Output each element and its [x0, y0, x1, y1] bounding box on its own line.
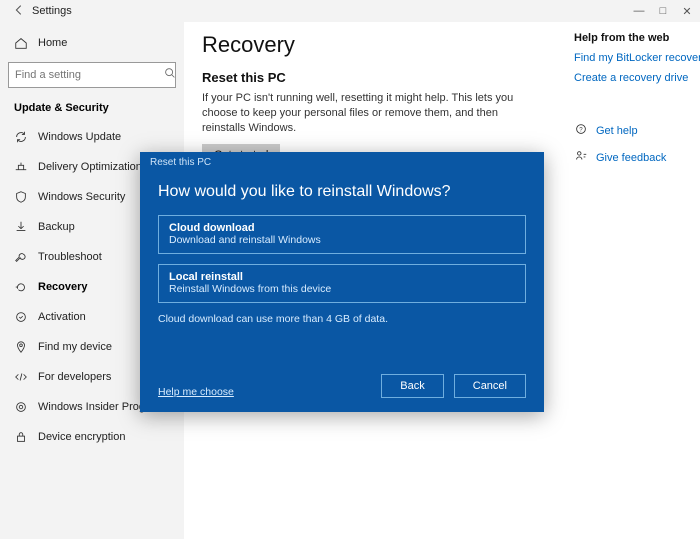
option-desc: Download and reinstall Windows [169, 234, 515, 246]
sidebar-item-device-encryption[interactable]: Device encryption [6, 422, 178, 452]
sidebar-item-label: Delivery Optimization [38, 161, 142, 173]
sync-icon [14, 130, 28, 144]
sidebar-item-label: Troubleshoot [38, 251, 102, 263]
help-panel: Help from the web Find my BitLocker reco… [574, 32, 700, 166]
cancel-button[interactable]: Cancel [454, 374, 526, 398]
window-title: Settings [32, 5, 72, 17]
link-bitlocker[interactable]: Find my BitLocker recovery key [574, 52, 700, 64]
reset-pc-dialog: Reset this PC How would you like to rein… [140, 152, 544, 412]
sidebar-item-label: Windows Security [38, 191, 125, 203]
help-icon: ? [574, 122, 588, 139]
wrench-icon [14, 250, 28, 264]
feedback-icon [574, 149, 588, 166]
location-icon [14, 340, 28, 354]
search-box[interactable] [8, 62, 176, 88]
help-heading: Help from the web [574, 32, 700, 44]
window-controls: — □ ✕ [632, 5, 694, 18]
minimize-button[interactable]: — [632, 5, 646, 18]
insider-icon [14, 400, 28, 414]
svg-text:?: ? [579, 127, 583, 134]
sidebar-home-label: Home [38, 37, 67, 49]
option-title: Local reinstall [169, 271, 515, 283]
check-circle-icon [14, 310, 28, 324]
back-button[interactable]: Back [381, 374, 443, 398]
help-me-choose-link[interactable]: Help me choose [158, 386, 234, 398]
option-local-reinstall[interactable]: Local reinstall Reinstall Windows from t… [158, 264, 526, 303]
shield-icon [14, 190, 28, 204]
option-cloud-download[interactable]: Cloud download Download and reinstall Wi… [158, 215, 526, 254]
search-input[interactable] [9, 69, 163, 81]
sidebar-item-label: Activation [38, 311, 86, 323]
option-title: Cloud download [169, 222, 515, 234]
get-help-label: Get help [596, 125, 638, 137]
settings-window: Settings — □ ✕ Home Update & Security Wi… [0, 0, 700, 539]
delivery-icon [14, 160, 28, 174]
reset-description: If your PC isn't running well, resetting… [202, 91, 532, 136]
home-icon [14, 36, 28, 50]
close-button[interactable]: ✕ [680, 5, 694, 18]
dialog-note: Cloud download can use more than 4 GB of… [158, 313, 526, 325]
sidebar-item-label: Device encryption [38, 431, 125, 443]
give-feedback-link[interactable]: Give feedback [574, 149, 700, 166]
sidebar-item-label: Windows Update [38, 131, 121, 143]
developer-icon [14, 370, 28, 384]
back-icon[interactable] [12, 3, 26, 20]
give-feedback-label: Give feedback [596, 152, 666, 164]
dialog-question: How would you like to reinstall Windows? [158, 183, 526, 201]
dialog-title: Reset this PC [140, 152, 544, 173]
link-recovery-drive[interactable]: Create a recovery drive [574, 72, 700, 84]
get-help-link[interactable]: ? Get help [574, 122, 700, 139]
sidebar-home[interactable]: Home [6, 28, 178, 58]
option-desc: Reinstall Windows from this device [169, 283, 515, 295]
sidebar-heading: Update & Security [6, 96, 178, 122]
sidebar-item-label: For developers [38, 371, 111, 383]
recovery-icon [14, 280, 28, 294]
maximize-button[interactable]: □ [656, 5, 670, 18]
backup-icon [14, 220, 28, 234]
search-icon [163, 66, 177, 85]
lock-icon [14, 430, 28, 444]
sidebar-item-windows-update[interactable]: Windows Update [6, 122, 178, 152]
sidebar-item-label: Recovery [38, 281, 88, 293]
sidebar-item-label: Backup [38, 221, 75, 233]
titlebar: Settings — □ ✕ [0, 0, 700, 22]
sidebar-item-label: Find my device [38, 341, 112, 353]
